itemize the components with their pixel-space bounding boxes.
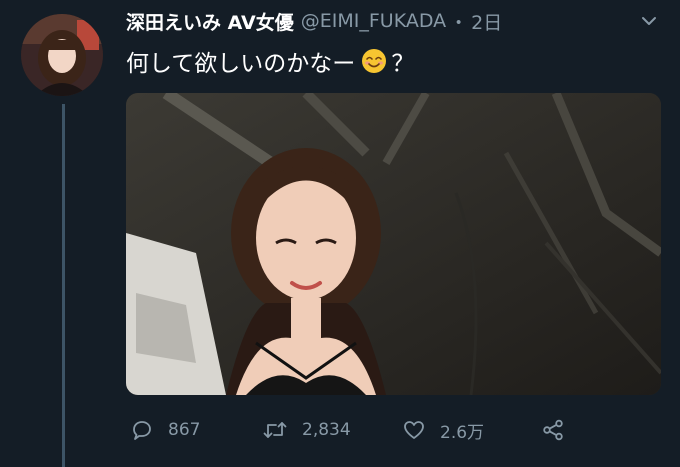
- chevron-down-icon[interactable]: [640, 12, 658, 30]
- retweet-button[interactable]: 2,834: [262, 413, 351, 447]
- tweet-text-end: ？: [391, 51, 415, 77]
- thread-line: [62, 104, 65, 467]
- avatar[interactable]: [21, 14, 103, 96]
- like-count: 2.6万: [440, 422, 485, 443]
- retweet-icon: [263, 422, 287, 438]
- separator-dot: ・: [449, 11, 469, 34]
- share-button[interactable]: [541, 413, 579, 447]
- tweet-text-main: 何して欲しいのかなー: [126, 51, 356, 77]
- heart-icon: [404, 421, 424, 439]
- reply-button[interactable]: 867: [130, 413, 200, 447]
- user-handle[interactable]: @EIMI_FUKADA: [301, 10, 446, 32]
- retweet-count: 2,834: [302, 420, 351, 440]
- reply-icon: [133, 421, 151, 440]
- tweet[interactable]: 深田えいみ AV女優 @EIMI_FUKADA ・ 2日 何して欲しいのかなー …: [0, 0, 680, 467]
- reply-count: 867: [168, 420, 201, 440]
- tweet-photo[interactable]: [126, 93, 661, 395]
- tweet-actions: 867 2,834 2.6万: [126, 413, 586, 447]
- tweet-timestamp[interactable]: 2日: [471, 8, 502, 35]
- display-name[interactable]: 深田えいみ AV女優: [126, 8, 294, 35]
- like-button[interactable]: 2.6万: [402, 413, 484, 447]
- tweet-header: 深田えいみ AV女優 @EIMI_FUKADA ・ 2日: [126, 6, 502, 36]
- tweet-text: 何して欲しいのかなー ？: [126, 44, 414, 78]
- smiling-face-emoji-icon: [361, 48, 387, 74]
- share-icon: [543, 419, 563, 441]
